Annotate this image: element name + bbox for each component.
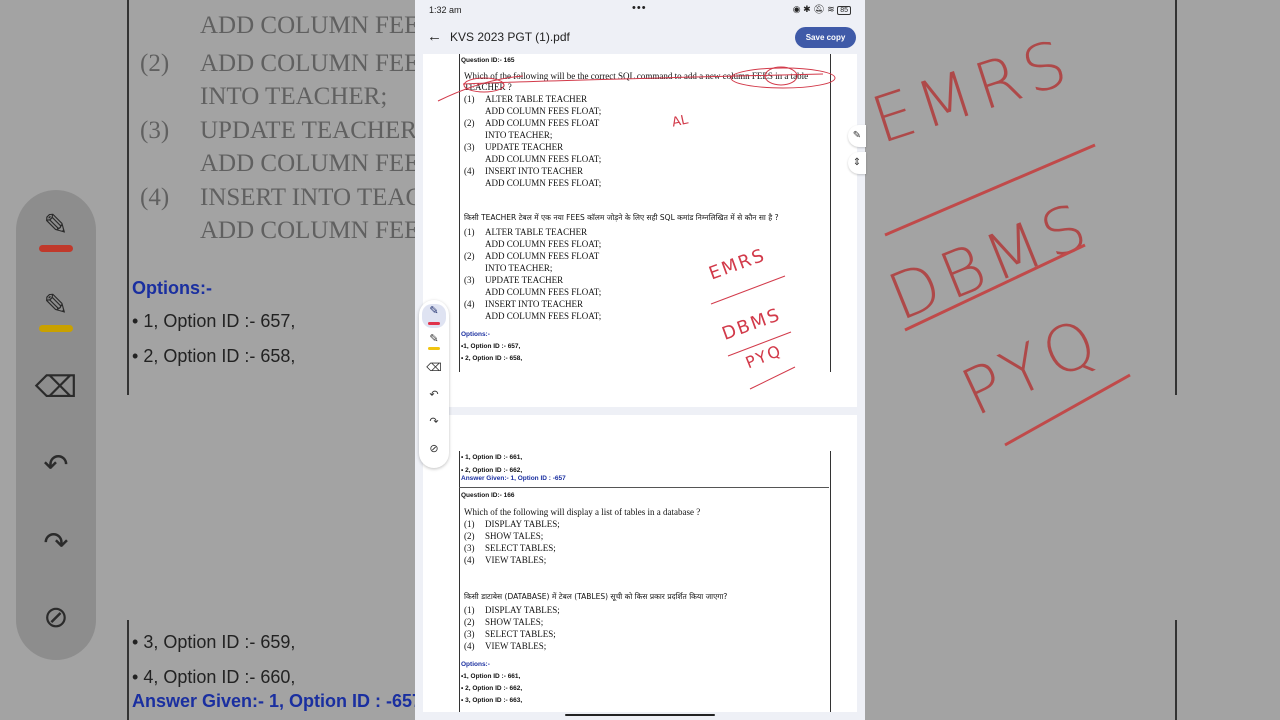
option-item: (3) SELECT TABLES; <box>464 543 556 553</box>
bg-border-left <box>127 0 129 395</box>
options-label: Options:- <box>461 661 490 668</box>
wifi-icon: ≋ <box>827 4 835 14</box>
pen-icon: ✎ <box>16 208 96 252</box>
eraser-tool[interactable]: ⌫ <box>419 361 449 381</box>
bg-text: (3) <box>140 117 170 144</box>
battery-icon: 85 <box>837 6 851 15</box>
status-bar: 1:32 am ••• ◉ ✱ 🔕︎ ≋ 85 <box>415 0 865 22</box>
bg-text: ADD COLUMN FEES <box>200 150 434 177</box>
pdf-page: Question ID:- 165 Which of the following… <box>423 54 857 407</box>
pdf-page: • 1, Option ID :- 661, • 2, Option ID :-… <box>423 415 857 712</box>
highlighter-icon: ✎ <box>429 333 439 345</box>
hide-icon: ⊘ <box>43 601 69 634</box>
pen-tool[interactable]: ✎ <box>422 304 446 328</box>
status-icons: ◉ ✱ 🔕︎ ≋ 85 <box>793 4 851 15</box>
redo-tool[interactable]: ↷ <box>419 415 449 435</box>
bg-underline-strokes <box>884 143 1131 447</box>
highlighter-icon: ✎ <box>16 288 96 332</box>
annotation-toolbar: ✎ ✎ ⌫ ↶ ↷ ⊘ <box>419 300 449 468</box>
bg-option-id: • 3, Option ID :- 659, <box>132 632 296 652</box>
home-indicator[interactable] <box>565 714 715 716</box>
option-item: (1) DISPLAY TABLES; <box>464 605 560 615</box>
pen-icon: ✎ <box>429 305 439 317</box>
bg-text: INTO TEACHER; <box>200 83 388 110</box>
bg-text: ADD COLUMN FEES <box>200 217 434 244</box>
redo-icon: ↷ <box>43 527 69 560</box>
option-id: • 3, Option ID :- 663, <box>461 697 523 704</box>
bluetooth-icon: ✱ <box>803 4 811 14</box>
option-item: (3) SELECT TABLES; <box>464 629 556 639</box>
option-item: (4) VIEW TABLES; <box>464 555 547 565</box>
option-item: (4) VIEW TABLES; <box>464 641 547 651</box>
scroll-side-button[interactable]: ⇕ <box>848 152 866 174</box>
bg-text: UPDATE TEACHER <box>200 117 417 144</box>
bg-text: (2) <box>140 50 170 77</box>
bg-handwriting: EMRS DBMS PYQ <box>864 0 1280 720</box>
bg-option-id: • 4, Option ID :- 660, <box>132 667 296 687</box>
eraser-icon: ⌫ <box>34 371 78 404</box>
hide-annotations-tool[interactable]: ⊘ <box>419 442 449 462</box>
pencil-icon: ✎ <box>852 130 862 141</box>
highlighter-color-bar <box>428 347 440 350</box>
option-id: • 1, Option ID :- 661, <box>461 454 523 461</box>
bg-toolbar: ✎ ✎ ⌫ ↶ ↷ ⊘ <box>16 190 96 660</box>
document-title: KVS 2023 PGT (1).pdf <box>450 30 570 44</box>
option-id: •1, Option ID :- 661, <box>461 673 521 680</box>
question-text: Which of the following will display a li… <box>464 507 701 517</box>
undo-tool[interactable]: ↶ <box>419 388 449 408</box>
eraser-icon: ⌫ <box>426 362 442 374</box>
undo-icon: ↶ <box>43 449 69 482</box>
ink-annotations <box>437 66 836 390</box>
bg-options-label: Options:- <box>132 278 212 298</box>
answer-given: Answer Given:- 1, Option ID : -657 <box>461 475 566 482</box>
question-text-hindi: किसी डाटाबेस (DATABASE) में टेबल (TABLES… <box>464 592 728 601</box>
option-item: (2) SHOW TALES; <box>464 531 544 541</box>
option-item: (1) DISPLAY TABLES; <box>464 519 560 529</box>
app-bar: ← KVS 2023 PGT (1).pdf Save copy <box>415 22 865 54</box>
option-id: • 2, Option ID :- 662, <box>461 685 523 692</box>
bg-text: ADD COLUMN FEES <box>200 12 434 39</box>
pen-color-bar <box>428 322 440 325</box>
edit-side-button[interactable]: ✎ <box>848 125 866 147</box>
record-icon: ◉ <box>792 4 801 14</box>
undo-icon: ↶ <box>429 389 439 401</box>
divider <box>459 487 829 488</box>
redo-icon: ↷ <box>429 416 439 428</box>
bg-text: (4) <box>140 184 170 211</box>
eye-off-icon: ⊘ <box>429 443 439 455</box>
status-dots: ••• <box>632 2 647 14</box>
bg-answer: Answer Given:- 1, Option ID : -657 <box>132 691 423 711</box>
back-arrow-icon[interactable]: ← <box>427 28 442 45</box>
highlighter-tool[interactable]: ✎ <box>419 332 449 352</box>
pdf-viewer-screen: 1:32 am ••• ◉ ✱ 🔕︎ ≋ 85 ← KVS 2023 PGT (… <box>415 0 865 720</box>
save-copy-button[interactable]: Save copy <box>795 27 856 48</box>
mute-icon: 🔕︎ <box>813 4 825 14</box>
option-item: (2) SHOW TALES; <box>464 617 544 627</box>
option-id: • 2, Option ID :- 662, <box>461 467 523 474</box>
expand-icon: ⇕ <box>852 157 862 168</box>
bg-option-id: • 1, Option ID :- 657, <box>132 311 296 331</box>
bg-border-left-2 <box>127 620 129 720</box>
question-id: Question ID:- 166 <box>461 492 515 499</box>
status-time: 1:32 am <box>429 5 462 15</box>
bg-option-id: • 2, Option ID :- 658, <box>132 346 296 366</box>
